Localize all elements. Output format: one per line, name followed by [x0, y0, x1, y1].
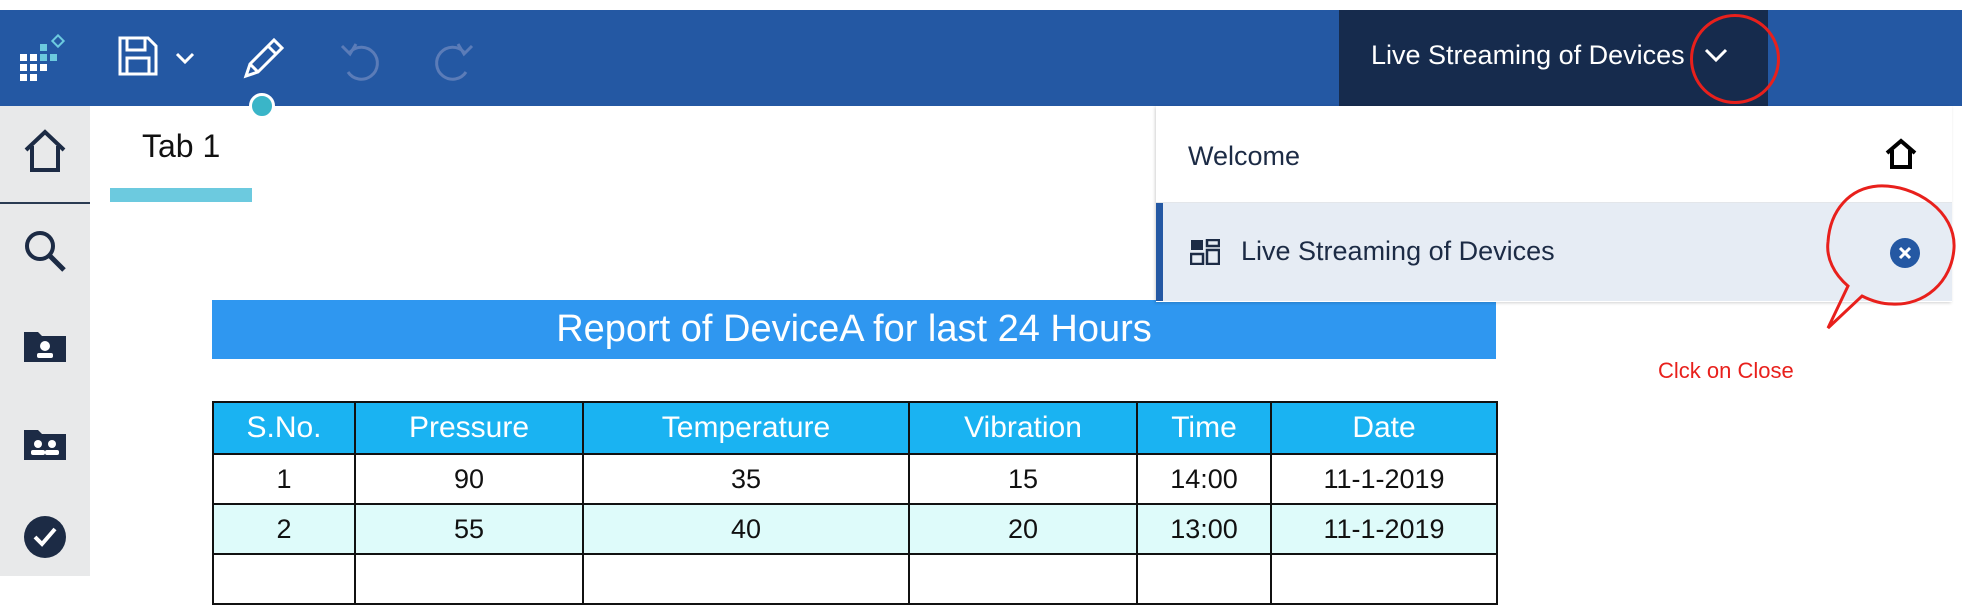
table-cell: 14:00 [1136, 453, 1272, 505]
undo-icon[interactable] [338, 38, 382, 82]
table-cell: 11-1-2019 [1270, 453, 1498, 505]
table-cell: 2 [212, 503, 356, 555]
tab-1-active-indicator [110, 188, 252, 202]
save-icon[interactable] [116, 34, 160, 78]
team-content-icon[interactable] [0, 426, 90, 462]
dropdown-item-label: Welcome [1188, 141, 1301, 171]
table-cell: 1 [212, 453, 356, 505]
table-cell [354, 553, 584, 605]
callout-bubble [1826, 184, 1956, 330]
column-header[interactable]: S.No. [212, 401, 356, 455]
column-header[interactable]: Pressure [354, 401, 584, 455]
column-header[interactable]: Vibration [908, 401, 1138, 455]
dropdown-item-label: Live Streaming of Devices [1241, 236, 1555, 266]
device-report-table: S.No. Pressure Temperature Vibration Tim… [212, 401, 1498, 605]
table-cell [212, 553, 356, 605]
dashboard-tab-title: Live Streaming of Devices [1371, 40, 1685, 70]
chevron-down-icon[interactable] [174, 50, 196, 66]
my-content-icon[interactable] [0, 328, 90, 364]
redo-icon[interactable] [432, 38, 476, 82]
check-icon[interactable] [0, 514, 90, 560]
report-title: Report of DeviceA for last 24 Hours [212, 300, 1496, 359]
table-row: 1 90 35 15 14:00 11-1-2019 [212, 453, 1498, 505]
pencil-icon[interactable] [240, 34, 288, 82]
table-cell: 11-1-2019 [1270, 503, 1498, 555]
dashboard-tab[interactable]: Live Streaming of Devices [1339, 10, 1768, 106]
table-cell: 55 [354, 503, 584, 555]
tab-1[interactable]: Tab 1 [142, 128, 220, 165]
table-cell: 90 [354, 453, 584, 505]
table-cell: 20 [908, 503, 1138, 555]
table-row [212, 553, 1498, 605]
table-cell: 15 [908, 453, 1138, 505]
table-header-row: S.No. Pressure Temperature Vibration Tim… [212, 401, 1498, 455]
chevron-down-icon[interactable] [1703, 46, 1729, 69]
top-strip [0, 0, 1962, 10]
dashboard-icon [1189, 238, 1221, 270]
search-icon[interactable] [0, 228, 90, 274]
table-cell: 40 [582, 503, 910, 555]
table-row: 2 55 40 20 13:00 11-1-2019 [212, 503, 1498, 555]
sidebar-divider [0, 202, 90, 204]
app-grid-icon[interactable] [18, 34, 66, 82]
table-cell [908, 553, 1138, 605]
column-header[interactable]: Time [1136, 401, 1272, 455]
annotation-text: Clck on Close [1658, 358, 1794, 383]
sidebar [0, 106, 90, 576]
column-header[interactable]: Date [1270, 401, 1498, 455]
table-cell [1136, 553, 1272, 605]
table-cell: 13:00 [1136, 503, 1272, 555]
table-cell: 35 [582, 453, 910, 505]
home-icon [1884, 138, 1918, 175]
column-header[interactable]: Temperature [582, 401, 910, 455]
table-cell [582, 553, 910, 605]
table-cell [1270, 553, 1498, 605]
edit-mode-indicator [249, 93, 275, 119]
home-icon[interactable] [0, 128, 90, 174]
